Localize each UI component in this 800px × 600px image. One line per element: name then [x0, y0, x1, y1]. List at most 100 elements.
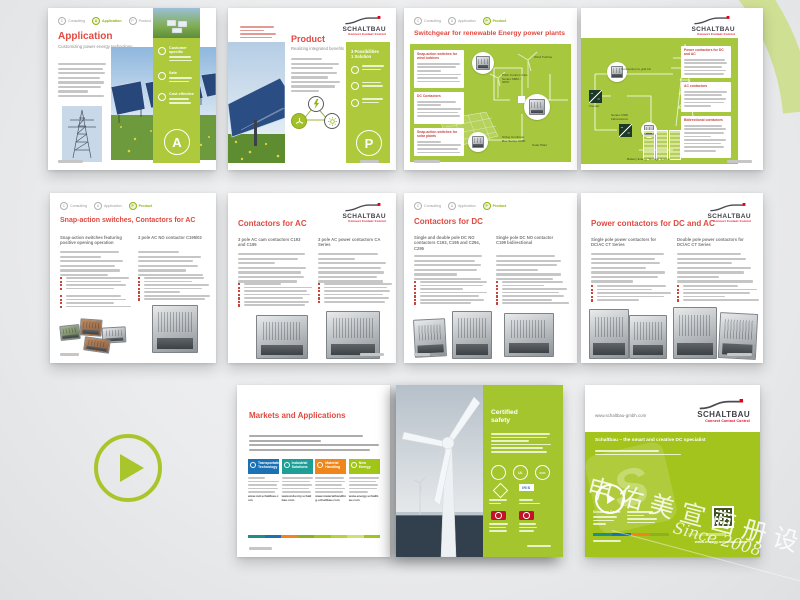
market-link[interactable]: www.industry.schaltbau.com: [282, 495, 313, 503]
text-line: [597, 292, 671, 294]
play-button[interactable]: [94, 434, 162, 502]
stripe-segment: [265, 535, 282, 538]
text-line: [593, 523, 606, 525]
text-line: [417, 81, 460, 83]
gear-icon: [284, 462, 290, 468]
text-line: [417, 144, 461, 146]
feature-list: [414, 281, 484, 306]
page-contactors-dc[interactable]: CConsultingAApplicationPProduct Contacto…: [404, 193, 577, 363]
text-line: [169, 102, 191, 104]
info-box: AC contactors: [681, 82, 731, 112]
website-url[interactable]: www.energy.schaltbau.com: [677, 539, 747, 544]
product-photo: [589, 309, 629, 359]
column-heading: Single pole DC NO contactor C199 bidirec…: [496, 235, 564, 246]
text-line: [502, 281, 563, 283]
market-header: Material Handling: [315, 459, 346, 474]
page-switchgear-left[interactable]: CConsultingAApplicationPProduct Switchge…: [404, 8, 577, 170]
text-line: [60, 265, 115, 267]
market-link[interactable]: www.rail.schaltbau.com: [248, 495, 279, 503]
text-line: [417, 148, 458, 150]
text-line: [66, 295, 121, 297]
text-line: [597, 289, 652, 291]
text-line: [282, 477, 313, 479]
market-link[interactable]: www.energy.schaltbau.com: [349, 495, 380, 503]
text-line: [362, 69, 381, 71]
text-line: [519, 527, 537, 529]
text-line: [519, 530, 534, 532]
page-power-contactors[interactable]: SCHALTBAUConnect Contact Control Power c…: [581, 193, 763, 363]
text-line: [417, 63, 460, 65]
website-url[interactable]: www.schaltbau-gmbh.com: [595, 413, 646, 418]
market-header: New Energy: [349, 459, 380, 474]
text-line: [417, 74, 461, 76]
text-line: [414, 273, 457, 275]
page-back-cover[interactable]: www.schaltbau-gmbh.com SCHALTBAUConnect …: [585, 385, 760, 557]
text-line: [420, 299, 484, 301]
contact-block: [627, 511, 657, 525]
page-markets[interactable]: Markets and Applications Transportation …: [237, 385, 390, 557]
text-line: [502, 302, 569, 304]
schaltbau-swoosh-icon: [709, 203, 751, 213]
text-line: [291, 63, 339, 65]
text-line: [591, 280, 633, 282]
text-line: [66, 288, 114, 290]
text-line: [324, 301, 385, 303]
market-link[interactable]: www.materialhandling.schaltbau.com: [315, 495, 346, 503]
text-line: [60, 353, 79, 355]
text-line: [414, 278, 481, 280]
page-contactors-ac[interactable]: SCHALTBAUConnect Contact Control Contact…: [228, 193, 396, 363]
body-text: [238, 253, 306, 285]
feature-list: [60, 295, 126, 309]
text-line: [58, 68, 103, 70]
text-line: [519, 499, 533, 501]
check-circle-icon: [158, 47, 166, 55]
market-text: [248, 477, 279, 493]
text-line: [169, 81, 189, 83]
text-line: [414, 269, 477, 271]
step-letter-icon: A: [94, 202, 102, 210]
rooftop-solar-photo: [153, 8, 200, 38]
text-line: [291, 85, 335, 87]
cover-green-area: S Schaltbau – the smart and creative DC …: [585, 432, 760, 557]
check-circle-icon: [351, 66, 359, 74]
text-line: [502, 295, 564, 297]
page-footer: [360, 353, 386, 358]
text-line: [683, 289, 757, 291]
text-line: [240, 33, 276, 35]
text-line: [593, 540, 621, 542]
schaltbau-swoosh-icon: [693, 16, 735, 26]
text-line: [727, 160, 752, 162]
stripe-segment: [593, 533, 612, 536]
market-label: Industrial Solutions: [292, 461, 311, 469]
market-text: [282, 477, 313, 493]
text-line: [360, 353, 384, 355]
cert-ccc-icon: CCC: [535, 465, 550, 480]
text-line: [238, 271, 301, 273]
text-line: [238, 276, 304, 278]
market-column: Material Handling www.materialhandling.sc…: [315, 459, 346, 503]
page-snap-action-ac[interactable]: CConsultingAApplicationPProduct Snap-act…: [50, 193, 216, 363]
text-line: [291, 90, 319, 92]
page-switchgear-right[interactable]: SCHALTBAUConnect Contact Control ~= ~=: [581, 8, 763, 170]
text-line: [144, 291, 180, 293]
page-footer: [58, 160, 84, 165]
product-photo: [452, 311, 492, 359]
text-line: [420, 281, 487, 283]
page-product[interactable]: SCHALTBAUConnect Contact Control Product…: [228, 8, 396, 170]
page-footer: [727, 353, 753, 358]
logo-tagline: Connect Contact Control: [348, 33, 386, 36]
stripe-segment: [364, 535, 381, 538]
column-heading: Snap-action switches featuring positive …: [60, 235, 126, 246]
text-line: [291, 58, 322, 60]
text-line: [527, 545, 551, 547]
text-line: [684, 139, 726, 141]
cert-atex-icon: [491, 465, 506, 480]
cert-ul-icon: UL: [513, 465, 528, 480]
page-certified-safety[interactable]: Certified safety UL CCC IRIS: [396, 385, 563, 557]
text-line: [282, 481, 311, 483]
sidebar-heading: 1 Solution: [351, 54, 385, 59]
text-line: [627, 518, 657, 520]
text-line: [60, 269, 120, 271]
body-text: [496, 255, 564, 282]
page-application[interactable]: CConsultingAApplicationPProduct Applicat…: [48, 8, 216, 170]
